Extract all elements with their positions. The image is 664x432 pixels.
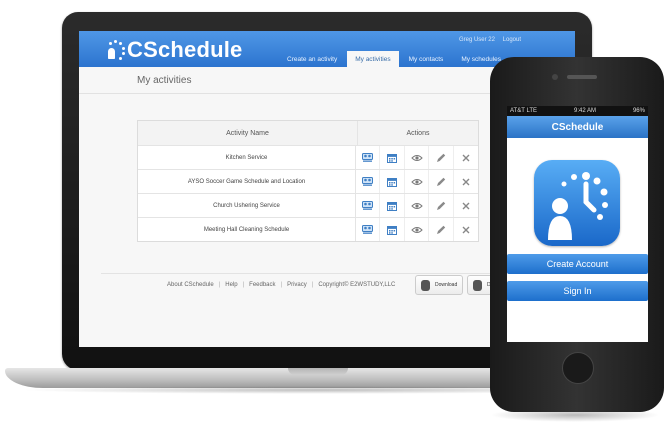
- calendar-icon[interactable]: [380, 146, 405, 169]
- calendar-icon[interactable]: [380, 194, 405, 217]
- participants-icon[interactable]: [356, 170, 381, 193]
- logout-link[interactable]: Logout: [503, 37, 521, 43]
- phone-title-bar: CSchedule: [507, 116, 648, 138]
- edit-icon[interactable]: [429, 218, 454, 241]
- participants-icon[interactable]: [356, 146, 381, 169]
- edit-icon[interactable]: [429, 170, 454, 193]
- view-icon[interactable]: [405, 218, 430, 241]
- delete-icon[interactable]: [454, 170, 478, 193]
- user-links: Greg User 22 Logout: [453, 37, 521, 43]
- main-nav: Create an activity My activities My cont…: [279, 51, 511, 67]
- phone-title: CSchedule: [551, 121, 604, 133]
- participants-icon[interactable]: [356, 218, 381, 241]
- home-button[interactable]: [562, 352, 594, 384]
- carrier-label: AT&T LTE: [510, 108, 538, 114]
- device-mockup: CSchedule Greg User 22 Logout Create an …: [0, 0, 664, 432]
- android-icon: [473, 279, 482, 291]
- table-row: Meeting Hall Cleaning Schedule: [138, 217, 478, 241]
- logo-text: CSchedule: [127, 37, 243, 62]
- phone-body: Create Account Sign In: [507, 138, 648, 342]
- tab-my-contacts[interactable]: My contacts: [401, 51, 452, 67]
- app-logo-icon: [534, 160, 620, 246]
- status-bar: AT&T LTE 9:42 AM 96%: [507, 106, 648, 116]
- participants-icon[interactable]: [356, 194, 381, 217]
- tab-create-activity[interactable]: Create an activity: [279, 51, 345, 67]
- delete-icon[interactable]: [454, 218, 478, 241]
- table-row: AYSO Soccer Game Schedule and Location: [138, 169, 478, 193]
- delete-icon[interactable]: [454, 146, 478, 169]
- speaker: [567, 75, 597, 79]
- battery-label: 96%: [632, 108, 645, 114]
- header-actions: Actions: [406, 129, 430, 137]
- download-ios-button[interactable]: Download: [415, 275, 464, 295]
- footer-separator: |: [280, 282, 283, 288]
- footer-separator: |: [242, 282, 245, 288]
- create-account-button[interactable]: Create Account: [507, 254, 648, 274]
- activity-name[interactable]: Church Ushering Service: [138, 194, 357, 217]
- edit-icon[interactable]: [429, 194, 454, 217]
- edit-icon[interactable]: [429, 146, 454, 169]
- activity-name[interactable]: Kitchen Service: [138, 146, 357, 169]
- logo[interactable]: CSchedule: [105, 37, 243, 63]
- footer-link-privacy[interactable]: Privacy: [287, 282, 307, 288]
- activities-table: Activity Name Actions Kitchen Service AY…: [137, 120, 479, 242]
- apple-icon: [421, 279, 430, 291]
- view-icon[interactable]: [405, 194, 430, 217]
- user-name[interactable]: Greg User 22: [459, 37, 495, 43]
- clock: 9:42 AM: [573, 108, 596, 114]
- activity-name[interactable]: Meeting Hall Cleaning Schedule: [138, 218, 357, 241]
- footer-separator: |: [311, 282, 314, 288]
- calendar-icon[interactable]: [380, 218, 405, 241]
- table-header: Activity Name Actions: [138, 121, 478, 145]
- footer-copyright: Copyright© E2WSTUDY,LLC: [318, 282, 396, 288]
- logo-icon: [105, 39, 125, 61]
- view-icon[interactable]: [405, 146, 430, 169]
- delete-icon[interactable]: [454, 194, 478, 217]
- camera: [552, 74, 558, 80]
- footer-link-help[interactable]: Help: [225, 282, 237, 288]
- table-row: Kitchen Service: [138, 145, 478, 169]
- footer-separator: |: [218, 282, 221, 288]
- phone-screen: AT&T LTE 9:42 AM 96% CSchedule Create Ac…: [507, 106, 648, 342]
- footer-link-about[interactable]: About CSchedule: [167, 282, 214, 288]
- footer-link-feedback[interactable]: Feedback: [249, 282, 275, 288]
- header-activity-name: Activity Name: [138, 121, 358, 145]
- page-title: My activities: [137, 75, 192, 86]
- download-ios-label: Download: [435, 282, 458, 288]
- footer-links: About CSchedule | Help | Feedback | Priv…: [167, 282, 400, 288]
- sign-in-button[interactable]: Sign In: [507, 281, 648, 301]
- table-row: Church Ushering Service: [138, 193, 478, 217]
- activity-name[interactable]: AYSO Soccer Game Schedule and Location: [138, 170, 357, 193]
- tab-my-activities[interactable]: My activities: [347, 51, 399, 67]
- calendar-icon[interactable]: [380, 170, 405, 193]
- laptop-notch: [288, 368, 348, 375]
- view-icon[interactable]: [405, 170, 430, 193]
